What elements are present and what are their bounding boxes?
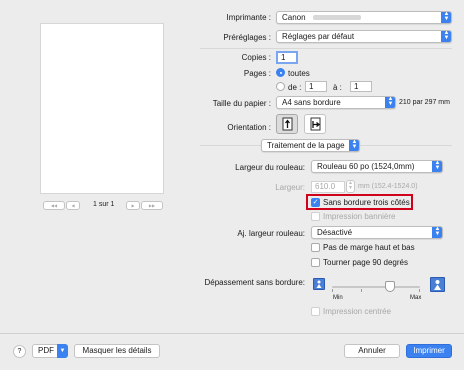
slider-max-label: Max [410,295,422,301]
printer-label: Imprimante : [226,13,271,22]
slider-thumb[interactable] [385,281,395,292]
width-range: mm (152.4-1524.0) [358,183,418,190]
no-margin-label: Pas de marge haut et bas [323,243,415,252]
pdf-label: PDF [38,346,54,355]
slider-tick [332,289,333,292]
slider-track [332,286,420,288]
width-field[interactable]: 610.0 [311,181,345,193]
portrait-icon [282,117,293,131]
pages-range-radio[interactable] [276,82,285,91]
roll-width-label: Largeur du rouleau: [235,163,305,172]
chevron-updown-icon: ▲ ▼ [441,31,451,42]
separator [200,48,452,49]
overflow-slider[interactable] [332,281,420,292]
pages-from-label: de : [288,83,302,92]
pages-all-radio[interactable] [276,68,285,77]
slider-tick [419,289,420,292]
pages-to-label: à : [333,83,342,92]
pages-label: Pages : [243,69,271,78]
adjust-roll-width-value: Désactivé [317,228,353,237]
adjust-roll-width-popup[interactable]: Désactivé ▲ ▼ [311,226,443,239]
page-preview [40,23,164,194]
page-indicator: 1 sur 1 [93,201,115,208]
width-label: Largeur: [275,183,305,192]
portrait-button[interactable] [276,114,298,134]
slider-tick [361,289,362,292]
center-print-label: Impression centrée [323,307,392,316]
bottom-separator [0,333,464,334]
preview-nav: ◀◀ ◀ 1 sur 1 ▶ ▶▶ [40,201,164,213]
cancel-button[interactable]: Annuler [344,344,400,358]
chevron-updown-icon: ▲ ▼ [432,161,442,172]
chevron-down-icon: ▼ [57,344,68,358]
roll-width-popup[interactable]: Rouleau 60 po (1524,0mm) ▲ ▼ [311,160,443,173]
pages-to-field[interactable]: 1 [350,81,372,92]
chevron-updown-icon: ▲ ▼ [441,12,451,23]
landscape-button[interactable] [304,114,326,134]
next-page-button[interactable]: ▶ [126,201,140,210]
orientation-label: Orientation : [227,123,271,132]
borderless-three-sides-label: Sans bordure trois côtés [323,198,410,207]
printer-value: Canon [282,13,306,22]
pdf-button[interactable]: PDF ▼ [32,344,68,358]
copies-label: Copies : [241,53,271,62]
chevron-updown-icon: ▲ ▼ [432,227,442,238]
paper-dimensions: 210 par 297 mm [399,99,450,106]
slider-min-label: Min [333,295,343,301]
help-button[interactable]: ? [13,345,26,358]
copies-field[interactable]: 1 [276,51,298,64]
presets-popup[interactable]: Réglages par défaut ▲ ▼ [276,30,452,43]
small-overflow-icon [313,278,325,290]
section-popup[interactable]: Traitement de la page ▲ ▼ [261,139,360,152]
paper-size-value: A4 sans bordure [282,98,341,107]
pages-from-field[interactable]: 1 [305,81,327,92]
chevron-updown-icon: ▲ ▼ [349,140,359,151]
roll-width-value: Rouleau 60 po (1524,0mm) [317,162,415,171]
adjust-roll-width-label: Aj. largeur rouleau: [237,229,305,238]
hide-details-button[interactable]: Masquer les détails [74,344,160,358]
paper-size-label: Taille du papier : [212,99,271,108]
borderless-overflow-label: Dépassement sans bordure: [204,278,306,287]
center-print-checkbox[interactable] [311,307,320,316]
width-stepper[interactable]: ▲ ▼ [346,180,355,193]
printer-popup[interactable]: Canon ▲ ▼ [276,11,452,24]
printer-model-redacted [313,15,361,20]
landscape-icon [310,117,321,131]
borderless-three-sides-checkbox[interactable]: ✓ [311,198,320,207]
chevron-updown-icon: ▲ ▼ [385,97,395,108]
banner-print-checkbox[interactable] [311,212,320,221]
print-button[interactable]: Imprimer [406,344,452,358]
rotate-90-label: Tourner page 90 degrés [323,258,408,267]
rotate-90-checkbox[interactable] [311,258,320,267]
banner-print-label: Impression bannière [323,212,396,221]
large-overflow-icon [430,277,445,292]
paper-size-popup[interactable]: A4 sans bordure ▲ ▼ [276,96,396,109]
presets-value: Réglages par défaut [282,32,355,41]
presets-label: Préréglages : [223,33,271,42]
first-page-button[interactable]: ◀◀ [43,201,65,210]
last-page-button[interactable]: ▶▶ [141,201,163,210]
pages-all-label: toutes [288,69,310,78]
no-margin-checkbox[interactable] [311,243,320,252]
section-value: Traitement de la page [267,141,345,150]
prev-page-button[interactable]: ◀ [66,201,80,210]
